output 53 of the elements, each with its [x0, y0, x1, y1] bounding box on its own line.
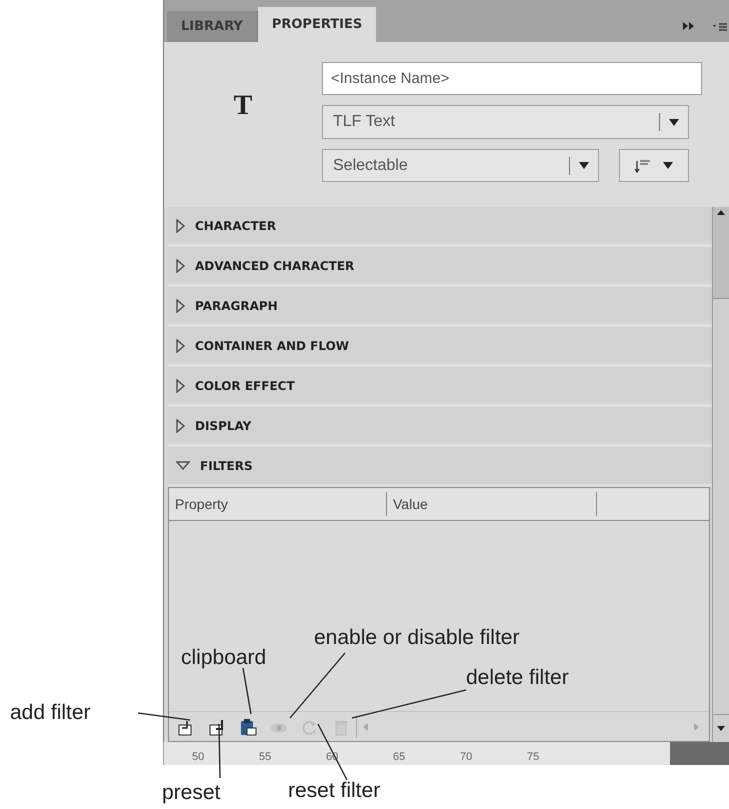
ruler-label: 75	[527, 752, 540, 763]
text-type-icon: T	[234, 92, 252, 120]
ruler-label: 50	[192, 752, 206, 763]
text-engine-dropdown[interactable]: TLF Text	[322, 105, 689, 139]
clipboard-icon[interactable]	[239, 718, 257, 736]
caret-icon	[669, 118, 679, 126]
section-header[interactable]: PARAGRAPH	[168, 287, 712, 327]
text-direction-icon	[635, 158, 651, 172]
timeline-header	[670, 742, 729, 765]
ruler-label: 65	[393, 752, 406, 763]
section-title: DISPLAY	[195, 418, 252, 434]
callout-label: enable or disable filter	[314, 625, 520, 651]
scroll-left-icon[interactable]	[363, 722, 368, 730]
callout-label: delete filter	[466, 665, 569, 691]
instance-name-field[interactable]: <Instance Name>	[322, 62, 702, 95]
section-header[interactable]: CONTAINER AND FLOW	[168, 327, 712, 367]
panel-tab[interactable]: PROPERTIES	[258, 7, 376, 42]
expand-icon[interactable]	[683, 22, 695, 30]
section-title: CHARACTER	[195, 218, 276, 234]
section-title: PARAGRAPH	[195, 298, 278, 314]
section-header[interactable]: COLOR EFFECT	[168, 367, 712, 407]
leader-line	[138, 712, 190, 721]
ruler-label: 55	[259, 752, 272, 763]
section-title: CONTAINER AND FLOW	[195, 338, 350, 354]
caret-icon	[663, 162, 673, 169]
column-header[interactable]: Property	[169, 492, 387, 516]
section-header[interactable]: ADVANCED CHARACTER	[168, 247, 712, 287]
scroll-down-icon[interactable]	[717, 726, 725, 731]
leader-line	[317, 724, 348, 780]
section-title: COLOR EFFECT	[195, 378, 295, 394]
scroll-up-icon[interactable]	[717, 210, 725, 215]
orientation-dropdown[interactable]	[619, 149, 689, 182]
caret-icon	[579, 162, 589, 169]
vertical-scrollbar[interactable]	[712, 207, 729, 742]
leader-line	[290, 652, 346, 718]
scroll-right-icon[interactable]	[694, 722, 699, 730]
menu-icon[interactable]	[713, 22, 727, 32]
callout-label: clipboard	[181, 645, 266, 671]
section-header[interactable]: CHARACTER	[168, 207, 712, 247]
callout-label: preset	[162, 780, 220, 806]
section-header[interactable]: FILTERS	[168, 447, 712, 487]
leader-line	[242, 668, 252, 714]
leader-line	[218, 724, 221, 778]
section-title: ADVANCED CHARACTER	[195, 258, 354, 274]
ruler-label: 70	[460, 752, 474, 763]
column-header[interactable]: Value	[387, 492, 597, 516]
callout-label: add filter	[10, 700, 91, 726]
text-type-dropdown[interactable]: Selectable	[322, 149, 599, 182]
panel-tab[interactable]: LIBRARY	[167, 11, 258, 42]
callout-label: reset filter	[288, 778, 380, 804]
preset-icon[interactable]	[208, 718, 226, 736]
section-title: FILTERS	[200, 458, 253, 474]
section-header[interactable]: DISPLAY	[168, 407, 712, 447]
